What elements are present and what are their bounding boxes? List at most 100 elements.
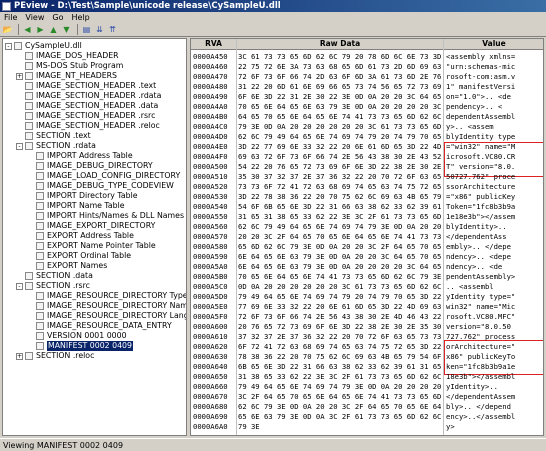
data-pane[interactable]: RVA Raw Data Value 0000A450 3C 61 73 73 6…	[190, 38, 544, 436]
tree-item[interactable]: IMAGE_DEBUG_TYPE_CODEVIEW	[27, 181, 174, 191]
down-icon[interactable]: ▼	[61, 24, 72, 35]
node-icon	[25, 142, 33, 150]
tree-item-label: SECTION .rdata	[36, 141, 96, 150]
menu-file[interactable]: File	[0, 13, 21, 22]
tree-item-label: IMAGE_RESOURCE_DIRECTORY Langua	[47, 311, 187, 320]
tree-item[interactable]: IMAGE_RESOURCE_DIRECTORY NameID	[27, 301, 186, 311]
menu-bar: File View Go Help	[0, 12, 546, 23]
node-icon	[25, 62, 33, 70]
collapse-toggle-icon[interactable]: -	[16, 142, 23, 150]
status-text: Viewing MANIFEST 0002 0409	[3, 440, 124, 450]
node-icon	[36, 222, 44, 230]
tree-item-label: MANIFEST 0002 0409	[47, 341, 133, 351]
tree-item-label: IMAGE_SECTION_HEADER .rdata	[36, 91, 162, 100]
tree-item[interactable]: VERSION 0001 0000	[27, 331, 127, 341]
tree-item[interactable]: IMAGE_RESOURCE_DIRECTORY Type	[27, 291, 187, 301]
tree-item[interactable]: IMPORT Hints/Names & DLL Names	[27, 211, 184, 221]
tree-item-label: EXPORT Address Table	[47, 231, 134, 240]
tree-item[interactable]: EXPORT Names	[27, 261, 107, 271]
tree-item[interactable]: EXPORT Ordinal Table	[27, 251, 131, 261]
node-icon	[36, 322, 44, 330]
app-icon	[2, 1, 11, 11]
tree-item[interactable]: - SECTION .rdata	[16, 141, 96, 151]
node-icon	[36, 212, 44, 220]
tree-item-label: EXPORT Names	[47, 261, 108, 270]
tree-item-label: IMAGE_SECTION_HEADER .text	[36, 81, 157, 90]
column-header-raw-data[interactable]: Raw Data	[237, 39, 444, 50]
column-header-value[interactable]: Value	[444, 39, 543, 50]
tree-item-label: VERSION 0001 0000	[47, 331, 127, 340]
tree-item[interactable]: IMAGE_SECTION_HEADER .reloc	[16, 121, 160, 131]
menu-view[interactable]: View	[21, 13, 48, 22]
tree-item-label: IMAGE_DEBUG_DIRECTORY	[47, 161, 153, 170]
expand-icon[interactable]: ⇊	[94, 24, 105, 35]
tree-item-label: IMAGE_SECTION_HEADER .data	[36, 101, 159, 110]
tree-item[interactable]: - SECTION .rsrc	[16, 281, 90, 291]
tree-item-label: IMAGE_NT_HEADERS	[36, 71, 118, 80]
node-icon	[36, 252, 44, 260]
menu-help[interactable]: Help	[67, 13, 93, 22]
tree-item[interactable]: + SECTION .reloc	[16, 351, 94, 361]
node-icon	[36, 242, 44, 250]
view-icon[interactable]: ▤	[81, 24, 92, 35]
tree-item[interactable]: IMAGE_SECTION_HEADER .rdata	[16, 91, 161, 101]
tree-item[interactable]: IMAGE_LOAD_CONFIG_DIRECTORY	[27, 171, 180, 181]
node-icon	[25, 72, 33, 80]
tree-item-label: IMAGE_LOAD_CONFIG_DIRECTORY	[47, 171, 181, 180]
node-icon	[36, 162, 44, 170]
tree-item[interactable]: SECTION .text	[16, 131, 91, 141]
menu-go[interactable]: Go	[48, 13, 67, 22]
node-icon	[36, 152, 44, 160]
node-icon	[36, 292, 44, 300]
collapse-toggle-icon[interactable]: -	[5, 42, 12, 50]
tree-item[interactable]: EXPORT Address Table	[27, 231, 134, 241]
tree-item-label: SECTION .rsrc	[36, 281, 90, 290]
up-icon[interactable]: ▲	[48, 24, 59, 35]
forward-icon[interactable]: ▶	[35, 24, 46, 35]
tree-item[interactable]: IMAGE_SECTION_HEADER .data	[16, 101, 158, 111]
tree-item-label: IMAGE_SECTION_HEADER .reloc	[36, 121, 160, 130]
tree-pane[interactable]: - CySampleU.dll IMAGE_DOS_HEADER MS-DOS Stu…	[2, 38, 187, 436]
tree-item[interactable]: IMAGE_EXPORT_DIRECTORY	[27, 221, 155, 231]
tree-item[interactable]: + IMAGE_NT_HEADERS	[16, 71, 117, 81]
tree-item[interactable]: IMAGE_RESOURCE_DATA_ENTRY	[27, 321, 172, 331]
window-title: PEview - D:\Test\Sample\unicode release\…	[14, 1, 281, 11]
status-bar: Viewing MANIFEST 0002 0409	[0, 438, 546, 451]
node-icon	[25, 282, 33, 290]
tree-item[interactable]: IMAGE_DOS_HEADER	[16, 51, 119, 61]
tree-item[interactable]: MS-DOS Stub Program	[16, 61, 123, 71]
table-row[interactable]: 0000A6A0 79 3E y>	[191, 421, 543, 432]
back-icon[interactable]: ◀	[22, 24, 33, 35]
column-header-rva[interactable]: RVA	[191, 39, 237, 50]
title-bar[interactable]: PEview - D:\Test\Sample\unicode release\…	[0, 0, 546, 12]
open-icon[interactable]: 📂	[2, 24, 13, 35]
node-icon	[36, 182, 44, 190]
collapse-icon[interactable]: ⇈	[107, 24, 118, 35]
node-icon	[25, 272, 33, 280]
tree-item[interactable]: IMPORT Directory Table	[27, 191, 138, 201]
tree-item-label: IMPORT Directory Table	[47, 191, 138, 200]
tree-item-label: SECTION .data	[36, 271, 93, 280]
collapse-toggle-icon[interactable]: -	[16, 282, 23, 290]
node-icon	[36, 202, 44, 210]
node-icon	[25, 352, 33, 360]
tree-item[interactable]: - CySampleU.dll	[5, 41, 82, 51]
node-icon	[25, 92, 33, 100]
tree-item-label: IMAGE_RESOURCE_DIRECTORY Type	[47, 291, 187, 300]
tree-item[interactable]: IMPORT Name Table	[27, 201, 125, 211]
tree-item[interactable]: IMAGE_SECTION_HEADER .rsrc	[16, 111, 155, 121]
tree-item[interactable]: IMAGE_RESOURCE_DIRECTORY Langua	[27, 311, 187, 321]
expand-toggle-icon[interactable]: +	[16, 72, 23, 80]
tree-item[interactable]: IMPORT Address Table	[27, 151, 133, 161]
tree-item-label: IMAGE_DOS_HEADER	[36, 51, 119, 60]
raw-data-cell: 79 3E	[238, 422, 260, 431]
tree-item[interactable]: IMAGE_DEBUG_DIRECTORY	[27, 161, 153, 171]
tree-item[interactable]: EXPORT Name Pointer Table	[27, 241, 156, 251]
tree-item-label: IMPORT Hints/Names & DLL Names	[47, 211, 185, 220]
tree-item[interactable]: SECTION .data	[16, 271, 93, 281]
node-icon	[25, 82, 33, 90]
expand-toggle-icon[interactable]: +	[16, 352, 23, 360]
tree-item[interactable]: MANIFEST 0002 0409	[27, 341, 133, 351]
tree-item[interactable]: IMAGE_SECTION_HEADER .text	[16, 81, 156, 91]
tree-item-label: EXPORT Ordinal Table	[47, 251, 132, 260]
